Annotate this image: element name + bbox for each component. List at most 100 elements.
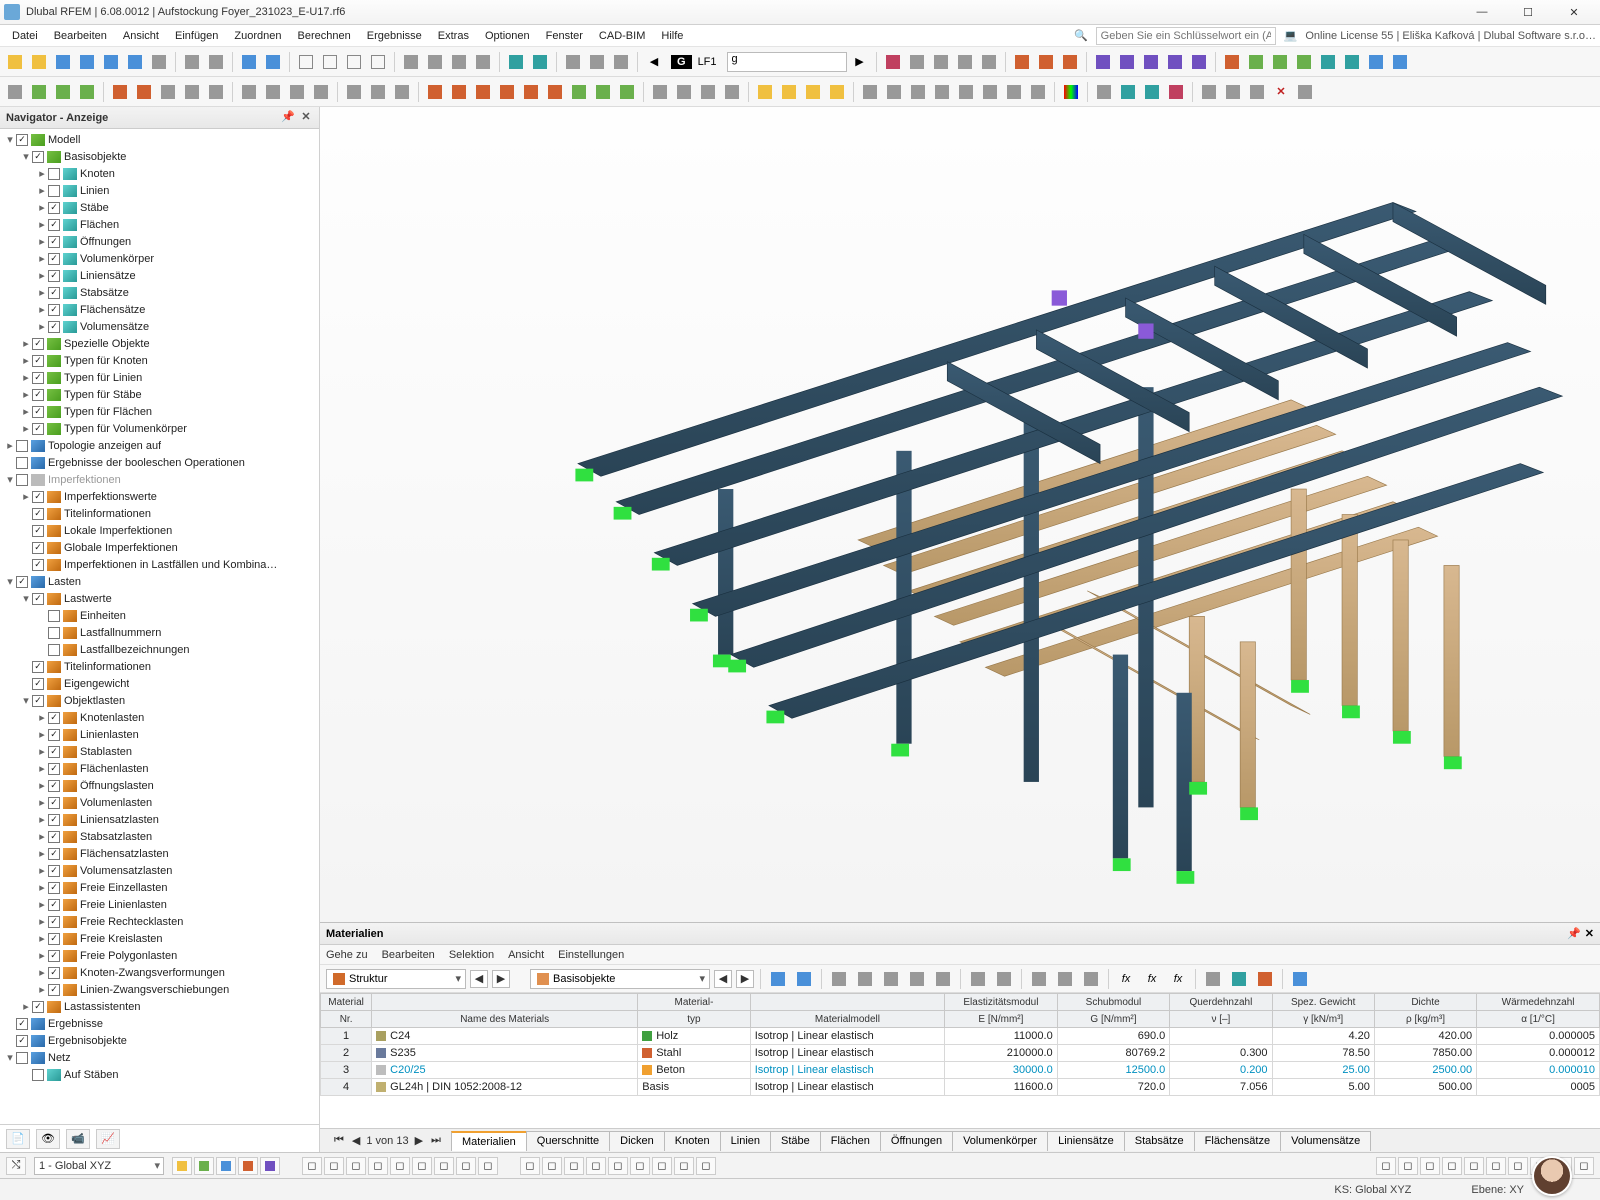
render-3[interactable] [1059, 51, 1081, 73]
tool-y2[interactable] [1222, 81, 1244, 103]
tool-x3[interactable] [1141, 81, 1163, 103]
mat-tb-4[interactable] [854, 968, 876, 990]
sb-8[interactable]: ◻ [346, 1157, 366, 1175]
expand-toggle[interactable]: ▾ [4, 133, 16, 146]
table-row[interactable]: 4GL24h | DIN 1052:2008-12BasisIsotrop | … [321, 1079, 1600, 1096]
sb-r2[interactable]: ◻ [1398, 1157, 1418, 1175]
color-legend[interactable] [1060, 81, 1082, 103]
combo1-prev[interactable]: ◀ [470, 970, 488, 988]
layers-button[interactable] [505, 51, 527, 73]
draw-5[interactable] [205, 81, 227, 103]
expand-toggle[interactable]: ▸ [36, 932, 48, 945]
tree-item[interactable]: ▸Öffnungen [0, 233, 319, 250]
sel-3[interactable] [52, 81, 74, 103]
tree-item[interactable]: ▸Stäbe [0, 199, 319, 216]
tree-item[interactable]: ▸Liniensätze [0, 267, 319, 284]
visibility-checkbox[interactable] [48, 797, 60, 809]
visibility-checkbox[interactable] [32, 678, 44, 690]
visibility-checkbox[interactable] [48, 219, 60, 231]
visibility-checkbox[interactable] [48, 984, 60, 996]
mat-tb-g3[interactable] [1254, 968, 1276, 990]
tree-item[interactable]: ▸Imperfektionswerte [0, 488, 319, 505]
tool-x4[interactable] [1165, 81, 1187, 103]
tree-item[interactable]: ▸Lastassistenten [0, 998, 319, 1015]
visibility-checkbox[interactable] [48, 882, 60, 894]
sb-a8[interactable]: ◻ [674, 1157, 694, 1175]
view-mode-3[interactable] [343, 51, 365, 73]
tree-item[interactable]: ▸Linienlasten [0, 726, 319, 743]
tree-item[interactable]: Ergebnisse der booleschen Operationen [0, 454, 319, 471]
menu-ergebnisse[interactable]: Ergebnisse [359, 28, 430, 44]
mat-menu-goto[interactable]: Gehe zu [326, 949, 368, 961]
calc-4[interactable] [1164, 51, 1186, 73]
table-tab[interactable]: Liniensätze [1047, 1131, 1125, 1151]
navtab-display[interactable]: 👁 [36, 1129, 60, 1149]
column-header[interactable]: Wärmedehnzahl [1477, 994, 1600, 1011]
table-tab[interactable]: Dicken [609, 1131, 665, 1151]
snap-3[interactable] [930, 51, 952, 73]
mod-8[interactable] [1027, 81, 1049, 103]
expand-toggle[interactable]: ▸ [36, 320, 48, 333]
tree-item[interactable]: Titelinformationen [0, 658, 319, 675]
expand-toggle[interactable]: ▸ [36, 745, 48, 758]
mat-tb-1[interactable] [767, 968, 789, 990]
expand-toggle[interactable]: ▸ [36, 983, 48, 996]
mat-tb-fx3[interactable]: fx [1167, 968, 1189, 990]
sb-a4[interactable]: ◻ [586, 1157, 606, 1175]
visibility-checkbox[interactable] [48, 253, 60, 265]
sb-5[interactable] [260, 1157, 280, 1175]
tree-item[interactable]: Lokale Imperfektionen [0, 522, 319, 539]
visibility-checkbox[interactable] [48, 848, 60, 860]
tree-item[interactable]: Titelinformationen [0, 505, 319, 522]
redo-button[interactable] [262, 51, 284, 73]
sb-a9[interactable]: ◻ [696, 1157, 716, 1175]
expand-toggle[interactable]: ▸ [36, 252, 48, 265]
draw-2[interactable] [133, 81, 155, 103]
tree-item[interactable]: ▸Linien-Zwangsverschiebungen [0, 981, 319, 998]
grid-2[interactable] [424, 51, 446, 73]
load-5[interactable] [520, 81, 542, 103]
visibility-checkbox[interactable] [48, 967, 60, 979]
visibility-checkbox[interactable] [48, 933, 60, 945]
copy-button[interactable] [181, 51, 203, 73]
navigator-close-button[interactable]: ✕ [299, 111, 313, 125]
visibility-checkbox[interactable] [32, 1001, 44, 1013]
tree-item[interactable]: Einheiten [0, 607, 319, 624]
tool-camera[interactable] [1294, 81, 1316, 103]
sel-1[interactable] [4, 81, 26, 103]
solid-2[interactable] [778, 81, 800, 103]
mod-3[interactable] [907, 81, 929, 103]
tree-item[interactable]: ▾Imperfektionen [0, 471, 319, 488]
geom-4[interactable] [721, 81, 743, 103]
expand-toggle[interactable]: ▾ [20, 694, 32, 707]
snap-4[interactable] [954, 51, 976, 73]
tree-item[interactable]: ▸Flächensätze [0, 301, 319, 318]
expand-toggle[interactable]: ▸ [36, 796, 48, 809]
tree-item[interactable]: ▸Typen für Flächen [0, 403, 319, 420]
column-header[interactable]: Elastizitätsmodul [945, 994, 1058, 1011]
tree-item[interactable]: ▾Objektlasten [0, 692, 319, 709]
tree-item[interactable]: Ergebnisobjekte [0, 1032, 319, 1049]
column-header[interactable]: typ [638, 1011, 751, 1028]
tree-item[interactable]: ▾Modell [0, 131, 319, 148]
mat-tb-8[interactable] [967, 968, 989, 990]
obj-1[interactable] [343, 81, 365, 103]
view-c[interactable] [610, 51, 632, 73]
table-tab[interactable]: Volumenkörper [952, 1131, 1048, 1151]
expand-toggle[interactable]: ▸ [20, 1000, 32, 1013]
tree-item[interactable]: ▸Typen für Stäbe [0, 386, 319, 403]
expand-toggle[interactable]: ▸ [36, 881, 48, 894]
tree-item[interactable]: Imperfektionen in Lastfällen und Kombina… [0, 556, 319, 573]
column-header[interactable]: α [1/°C] [1477, 1011, 1600, 1028]
tree-item[interactable]: ▾Basisobjekte [0, 148, 319, 165]
mat-tb-g2[interactable] [1228, 968, 1250, 990]
expand-toggle[interactable]: ▸ [36, 167, 48, 180]
expand-toggle[interactable]: ▸ [20, 337, 32, 350]
visibility-checkbox[interactable] [16, 440, 28, 452]
expand-toggle[interactable]: ▸ [36, 847, 48, 860]
sb-7[interactable]: ◻ [324, 1157, 344, 1175]
next-lf-button[interactable]: ▶ [849, 51, 871, 73]
expand-toggle[interactable]: ▸ [36, 711, 48, 724]
load-6[interactable] [544, 81, 566, 103]
visibility-checkbox[interactable] [48, 916, 60, 928]
